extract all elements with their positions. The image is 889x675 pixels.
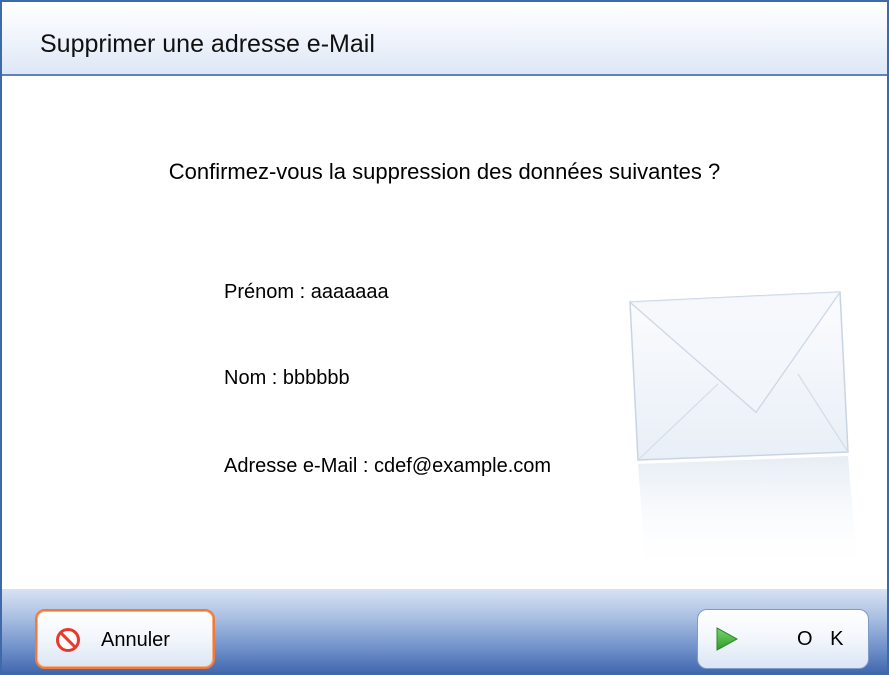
prohibited-icon (56, 628, 80, 652)
email-address-value: Adresse e-Mail : cdef@example.com (224, 455, 552, 477)
ok-button[interactable]: O K (697, 609, 869, 669)
button-bar: Annuler O K (2, 589, 887, 673)
last-name-value: Nom : bbbbbb (224, 367, 350, 389)
cancel-button[interactable]: Annuler (35, 609, 215, 669)
title-bar: Supprimer une adresse e-Mail (2, 2, 887, 76)
confirmation-question: Confirmez-vous la suppression des donnée… (168, 159, 721, 184)
envelope-icon (629, 291, 858, 574)
first-name-value: Prénom : aaaaaaa (224, 281, 389, 303)
delete-email-dialog: Supprimer une adresse e-Mail Confirmez-v… (0, 0, 889, 675)
cancel-button-label: Annuler (101, 629, 170, 651)
dialog-title: Supprimer une adresse e-Mail (40, 30, 375, 58)
play-arrow-icon (716, 627, 739, 651)
ok-button-label: O K (797, 628, 850, 650)
